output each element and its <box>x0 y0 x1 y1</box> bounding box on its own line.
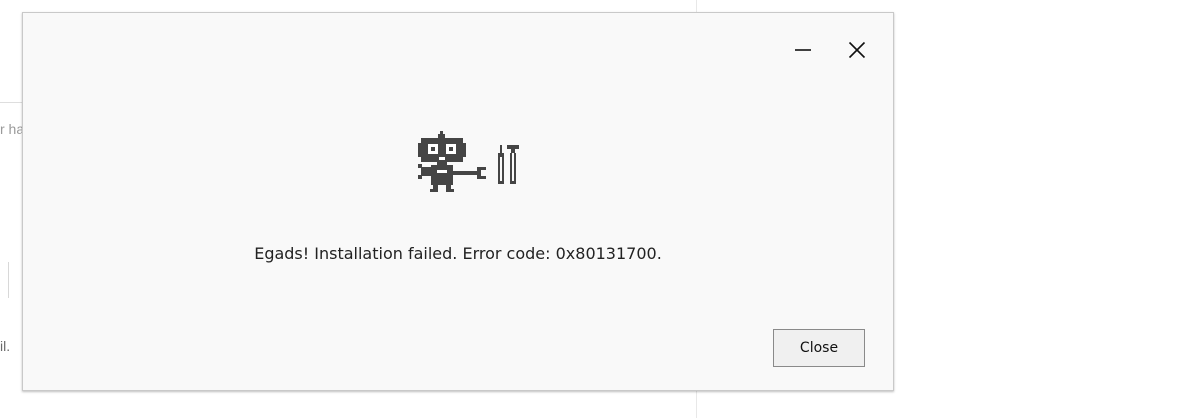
minimize-button[interactable] <box>788 35 818 65</box>
error-message: Egads! Installation failed. Error code: … <box>254 244 662 263</box>
background-text-fragment: il. <box>0 338 11 354</box>
screen: r ha il. Egads! Installation failed. Err… <box>0 0 1184 418</box>
close-button[interactable]: Close <box>773 329 865 367</box>
background-text-fragment: r ha <box>0 121 25 137</box>
close-icon <box>848 41 866 59</box>
robot-with-tools-icon <box>418 131 519 192</box>
close-window-button[interactable] <box>842 35 872 65</box>
minimize-icon <box>795 49 811 51</box>
background-field-border <box>8 262 9 298</box>
error-dialog: Egads! Installation failed. Error code: … <box>22 12 894 391</box>
